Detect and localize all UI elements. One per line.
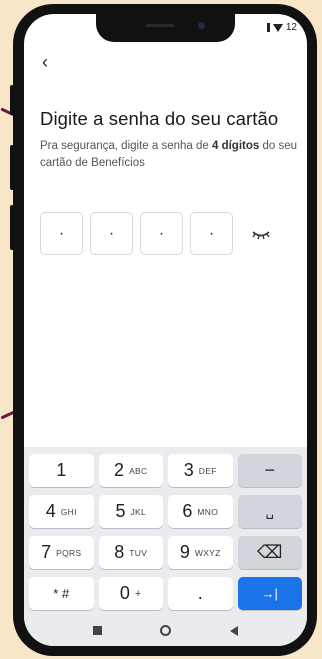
speaker-grille: [146, 24, 174, 27]
key-symbols[interactable]: * #: [29, 577, 94, 610]
key-3[interactable]: 3 DEF: [168, 454, 233, 487]
key-7[interactable]: 7 PQRS: [29, 536, 94, 569]
key-backspace[interactable]: ⌫: [237, 536, 302, 569]
back-button[interactable]: ‹: [42, 52, 48, 73]
key-sublabel: ABC: [129, 465, 148, 476]
eye-closed-icon[interactable]: [250, 224, 272, 244]
key-6[interactable]: 6 MNO: [168, 495, 233, 528]
key-sublabel: WXYZ: [194, 547, 221, 558]
space-icon: ␣: [265, 503, 274, 519]
key-next[interactable]: →|: [237, 577, 302, 610]
recents-icon[interactable]: [93, 626, 103, 635]
key-sublabel: GHI: [60, 506, 77, 517]
subtitle-text: Pra segurança, digite a senha de: [40, 140, 212, 152]
phone-side-button: [10, 145, 15, 190]
camera-notch: [96, 14, 235, 42]
status-time: 12: [285, 22, 297, 33]
key-label: 3: [183, 460, 194, 480]
phone-side-button: [10, 205, 15, 250]
key-label: 2: [114, 460, 125, 480]
key-label: 1: [56, 460, 67, 480]
pin-digit-box[interactable]: ·: [40, 212, 83, 255]
phone-screen: 12 ‹ Digite a senha do seu cartão Pra se…: [24, 14, 307, 646]
chevron-left-icon: ‹: [42, 52, 48, 72]
page-subtitle: Pra segurança, digite a senha de 4 dígit…: [40, 138, 302, 172]
key-sublabel: DEF: [198, 465, 217, 476]
pin-input: · · · ·: [40, 212, 272, 255]
key-label: .: [197, 583, 203, 603]
home-icon[interactable]: [160, 625, 172, 636]
key-sublabel: MNO: [197, 506, 219, 517]
pin-digit-box[interactable]: ·: [190, 212, 233, 255]
key-minus[interactable]: −: [237, 454, 302, 487]
key-sublabel: +: [134, 587, 142, 600]
minus-icon: −: [264, 460, 275, 480]
subtitle-bold: 4 dígitos: [211, 140, 260, 152]
wifi-icon: [272, 23, 283, 32]
key-sublabel: TUV: [129, 547, 148, 558]
key-0[interactable]: 0 +: [98, 577, 163, 610]
back-triangle-icon[interactable]: [229, 625, 238, 636]
key-1[interactable]: 1: [29, 454, 94, 487]
key-9[interactable]: 9 WXYZ: [168, 536, 233, 569]
key-2[interactable]: 2 ABC: [98, 454, 163, 487]
key-sublabel: PQRS: [56, 547, 82, 558]
key-label: 6: [182, 501, 193, 521]
key-label: * #: [53, 586, 70, 601]
key-space[interactable]: ␣: [237, 495, 302, 528]
phone-side-button: [10, 85, 15, 115]
tab-next-icon: →|: [261, 586, 278, 601]
key-8[interactable]: 8 TUV: [98, 536, 163, 569]
signal-icon: [266, 23, 270, 32]
status-bar: 12: [266, 22, 297, 33]
numeric-keyboard: 1 2 ABC 3 DEF − 4 GHI 5 JKL 6 MNO ␣ 7 PQRS 8 TU…: [24, 447, 307, 615]
key-label: 7: [41, 542, 52, 562]
system-nav-bar: [24, 615, 307, 646]
key-label: 5: [115, 501, 126, 521]
backspace-icon: ⌫: [257, 542, 283, 562]
key-label: 9: [179, 542, 190, 562]
key-period[interactable]: .: [168, 577, 233, 610]
key-label: 4: [45, 501, 56, 521]
key-label: 0: [119, 583, 130, 603]
key-label: 8: [114, 542, 125, 562]
key-5[interactable]: 5 JKL: [98, 495, 163, 528]
front-camera: [198, 22, 205, 29]
key-4[interactable]: 4 GHI: [29, 495, 94, 528]
key-sublabel: JKL: [130, 506, 147, 517]
page-title: Digite a senha do seu cartão: [40, 108, 279, 129]
pin-digit-box[interactable]: ·: [90, 212, 133, 255]
pin-digit-box[interactable]: ·: [140, 212, 183, 255]
